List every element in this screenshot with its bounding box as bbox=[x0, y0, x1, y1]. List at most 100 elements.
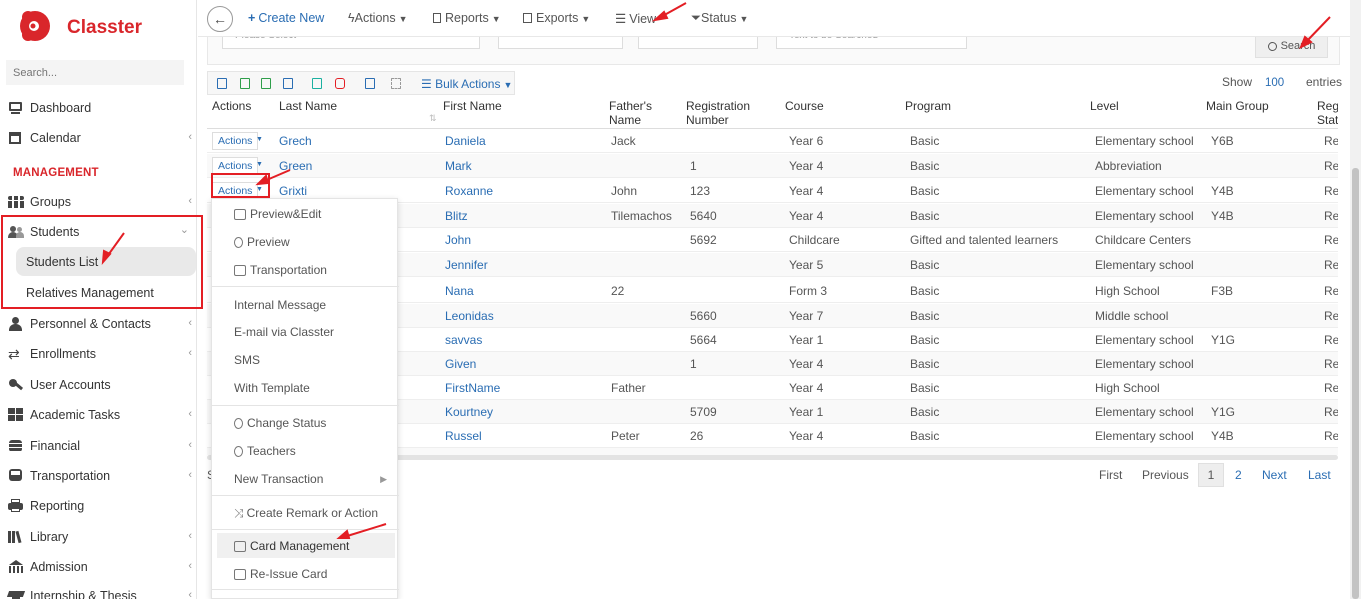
menu-item-email[interactable]: E-mail via Classter bbox=[212, 320, 399, 344]
menu-item-preview-edit[interactable]: Preview&Edit bbox=[212, 202, 399, 226]
menu-item-sms[interactable]: SMS bbox=[212, 348, 399, 372]
pagination-page-2[interactable]: 2 bbox=[1235, 468, 1242, 482]
back-button[interactable]: ← bbox=[207, 6, 233, 32]
sidebar-item-calendar[interactable]: Calendar ‹ bbox=[0, 125, 197, 151]
cell-first-name[interactable]: Daniela bbox=[445, 134, 486, 148]
column-header-course[interactable]: Course bbox=[785, 99, 824, 113]
table-row[interactable]: Actions ▼ Grech Daniela Jack Year 6 Basic Eleme… bbox=[207, 129, 1338, 153]
menu-item-preview[interactable]: Preview bbox=[212, 230, 399, 254]
excel-icon[interactable] bbox=[240, 78, 250, 89]
select-all-icon[interactable] bbox=[312, 78, 322, 89]
pagination-first[interactable]: First bbox=[1099, 468, 1122, 482]
logo[interactable]: Classter bbox=[17, 8, 197, 48]
menu-item-new-transaction[interactable]: New Transaction ▶ bbox=[212, 467, 399, 491]
sidebar-item-admission[interactable]: Admission ‹ bbox=[0, 554, 197, 580]
cell-first-name[interactable]: Blitz bbox=[445, 209, 468, 223]
cell-first-name[interactable]: John bbox=[445, 233, 471, 247]
chevron-left-icon: ‹ bbox=[188, 589, 192, 599]
column-header-level[interactable]: Level bbox=[1090, 99, 1119, 113]
sidebar-item-label: Reporting bbox=[30, 499, 85, 513]
pagination-next[interactable]: Next bbox=[1262, 468, 1287, 482]
pagination-previous[interactable]: Previous bbox=[1142, 468, 1189, 482]
column-header-registration-status[interactable]: RegisStatu bbox=[1317, 99, 1338, 127]
cell-registration-status: Re bbox=[1324, 333, 1338, 347]
cell-first-name[interactable]: Mark bbox=[445, 159, 472, 173]
reports-menu[interactable]: Reports ▼ bbox=[433, 11, 501, 25]
column-header-program[interactable]: Program bbox=[905, 99, 951, 113]
sidebar-item-enrollments[interactable]: ⇄ Enrollments ‹ bbox=[0, 341, 197, 367]
menu-item-card-management[interactable]: Card Management bbox=[212, 534, 399, 558]
column-header-main-group[interactable]: Main Group bbox=[1206, 99, 1269, 113]
cell-last-name[interactable]: Grech bbox=[279, 134, 312, 148]
page-size-select[interactable]: 100 bbox=[1265, 77, 1284, 89]
column-header-first-name[interactable]: First Name bbox=[443, 99, 502, 113]
sidebar-item-personnel[interactable]: Personnel & Contacts ‹ bbox=[0, 311, 197, 337]
sidebar-item-transportation[interactable]: Transportation ‹ bbox=[0, 463, 197, 489]
cell-first-name[interactable]: savvas bbox=[445, 333, 482, 347]
grid-icon bbox=[8, 408, 24, 422]
exports-menu[interactable]: Exports ▼ bbox=[523, 11, 590, 25]
sidebar-item-dashboard[interactable]: Dashboard bbox=[0, 95, 197, 121]
cell-first-name[interactable]: Given bbox=[445, 357, 476, 371]
scrollbar-thumb[interactable] bbox=[1352, 168, 1359, 599]
bulk-actions-button[interactable]: ☰ Bulk Actions ▼ bbox=[421, 77, 512, 91]
sidebar-item-reporting[interactable]: Reporting bbox=[0, 493, 197, 519]
cell-first-name[interactable]: Leonidas bbox=[445, 309, 494, 323]
cell-registration-status: Re bbox=[1324, 429, 1338, 443]
vertical-scrollbar[interactable] bbox=[1350, 0, 1361, 599]
cell-course: Year 1 bbox=[789, 405, 824, 419]
copy-icon[interactable] bbox=[283, 78, 293, 89]
cell-first-name[interactable]: Jennifer bbox=[445, 258, 488, 272]
sidebar-item-financial[interactable]: Financial ‹ bbox=[0, 433, 197, 459]
menu-item-reissue-card[interactable]: Re-Issue Card bbox=[212, 562, 399, 586]
deselect-icon[interactable] bbox=[335, 78, 345, 89]
user-icon bbox=[234, 236, 243, 248]
csv-icon[interactable] bbox=[261, 78, 271, 89]
menu-item-with-template[interactable]: With Template bbox=[212, 376, 399, 400]
cell-first-name[interactable]: Russel bbox=[445, 429, 482, 443]
sidebar-item-internship[interactable]: Internship & Thesis ‹ bbox=[0, 583, 197, 599]
status-menu[interactable]: ⏷Status ▼ bbox=[691, 11, 748, 26]
sidebar: Classter Dashboard Calendar ‹ MANAGEMENT… bbox=[0, 0, 203, 599]
view-menu[interactable]: ☰ View bbox=[615, 11, 656, 26]
sidebar-item-groups[interactable]: Groups ‹ bbox=[0, 189, 197, 215]
cell-last-name[interactable]: Green bbox=[279, 159, 312, 173]
menu-item-create-remark[interactable]: ⤨ Create Remark or Action bbox=[212, 501, 399, 525]
cell-course: Year 4 bbox=[789, 429, 824, 443]
cell-fathers-name: 22 bbox=[611, 284, 625, 298]
export-icon bbox=[523, 13, 532, 23]
cell-registration-status: Re bbox=[1324, 233, 1338, 247]
cell-first-name[interactable]: Roxanne bbox=[445, 184, 493, 198]
cell-first-name[interactable]: Nana bbox=[445, 284, 474, 298]
columns-icon[interactable] bbox=[365, 78, 375, 89]
search-button[interactable]: Search bbox=[1255, 34, 1328, 58]
sidebar-search-input[interactable] bbox=[6, 60, 184, 85]
cell-first-name[interactable]: FirstName bbox=[445, 381, 500, 395]
row-actions-button[interactable]: Actions bbox=[212, 132, 259, 150]
menu-item-transportation[interactable]: Transportation bbox=[212, 258, 399, 282]
pagination-page-1[interactable]: 1 bbox=[1198, 463, 1224, 487]
groups-icon bbox=[8, 195, 24, 209]
compress-icon[interactable] bbox=[391, 78, 401, 89]
column-header-fathers-name[interactable]: Father's Name bbox=[609, 99, 652, 127]
menu-item-teachers[interactable]: Teachers bbox=[212, 439, 399, 463]
cell-first-name[interactable]: Kourtney bbox=[445, 405, 493, 419]
pagination-last[interactable]: Last bbox=[1308, 468, 1331, 482]
cell-registration-number: 5660 bbox=[690, 309, 717, 323]
graduation-cap-icon bbox=[6, 589, 26, 599]
sidebar-item-library[interactable]: Library ‹ bbox=[0, 524, 197, 550]
chevron-left-icon: ‹ bbox=[188, 469, 192, 481]
create-new-button[interactable]: + Create New bbox=[248, 11, 324, 25]
column-header-last-name[interactable]: Last Name ⇅ bbox=[279, 99, 437, 123]
print-icon[interactable] bbox=[217, 78, 227, 89]
cell-last-name[interactable]: Grixti bbox=[279, 184, 307, 198]
sidebar-item-user-accounts[interactable]: User Accounts bbox=[0, 372, 197, 398]
sidebar-item-academic-tasks[interactable]: Academic Tasks ‹ bbox=[0, 402, 197, 428]
column-header-registration-number[interactable]: Registration Number bbox=[686, 99, 750, 127]
menu-item-internal-message[interactable]: Internal Message bbox=[212, 293, 399, 317]
actions-menu[interactable]: ϟActions ▼ bbox=[348, 11, 408, 25]
cell-course: Year 6 bbox=[789, 134, 824, 148]
menu-item-change-status[interactable]: Change Status bbox=[212, 411, 399, 435]
table-row[interactable]: Actions ▼ Green Mark 1 Year 4 Basic Abbreviatio… bbox=[207, 154, 1338, 178]
cell-course: Year 4 bbox=[789, 209, 824, 223]
